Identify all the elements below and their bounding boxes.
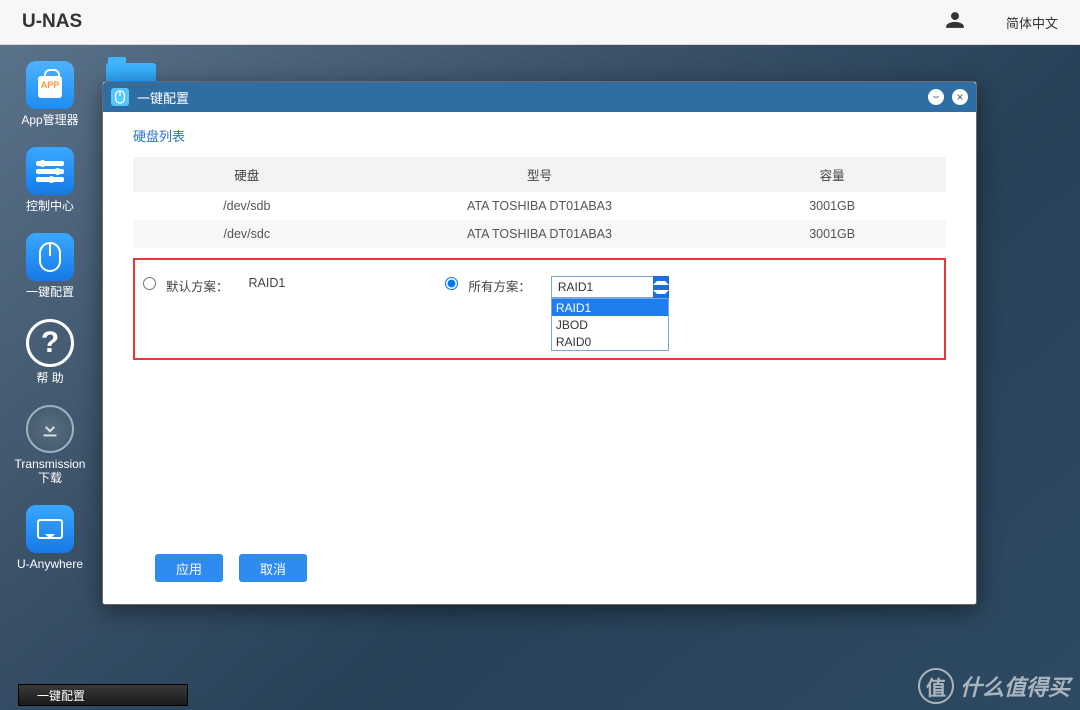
dock-help[interactable]: ? 帮 助 [0,319,100,385]
raid-dropdown: RAID1 JBOD RAID0 [551,298,669,351]
section-title-disk-list: 硬盘列表 [133,126,946,145]
col-capacity: 容量 [718,157,946,192]
dock-one-click[interactable]: 一键配置 [0,233,100,299]
col-disk: 硬盘 [133,157,361,192]
dock-label: App管理器 [21,113,78,127]
desktop: APP App管理器 控制中心 一键配置 ? 帮 助 Transmission … [0,45,1080,710]
default-scheme-value: RAID1 [249,276,286,290]
all-scheme-label: 所有方案： [468,276,531,295]
dock-uanywhere[interactable]: U-Anywhere [0,505,100,571]
mouse-icon [111,88,129,106]
watermark-text: 什么值得买 [960,670,1070,702]
col-model: 型号 [361,157,719,192]
dock-label: 帮 助 [36,371,63,385]
scheme-highlight-box: 默认方案： RAID1 所有方案： RAID1 RAID1 JBOD RAID0 [133,258,946,360]
dock-label: 控制中心 [26,199,74,213]
table-row[interactable]: /dev/sdc ATA TOSHIBA DT01ABA3 3001GB [133,220,946,248]
watermark: 值 什么值得买 [918,668,1070,704]
cancel-button[interactable]: 取消 [239,554,307,582]
help-icon: ? [26,319,74,367]
table-row[interactable]: /dev/sdb ATA TOSHIBA DT01ABA3 3001GB [133,192,946,220]
app-manager-icon: APP [26,61,74,109]
dock-label: 一键配置 [26,285,74,299]
uanywhere-icon [26,505,74,553]
brand-title: U-NAS [22,11,82,33]
disk-table: 硬盘 型号 容量 /dev/sdb ATA TOSHIBA DT01ABA3 3… [133,157,946,248]
dialog-one-click-config: 一键配置 − × 硬盘列表 硬盘 型号 容量 /dev/sdb ATA TOSH… [102,81,977,605]
dock-transmission[interactable]: Transmission 下载 [0,405,100,485]
radio-input[interactable] [445,277,458,290]
default-scheme-label: 默认方案： [166,276,229,295]
option-raid0[interactable]: RAID0 [552,333,668,350]
option-raid1[interactable]: RAID1 [552,299,668,316]
option-jbod[interactable]: JBOD [552,316,668,333]
mouse-icon [26,233,74,281]
user-icon[interactable] [944,9,966,36]
watermark-icon: 值 [918,668,954,704]
dock: APP App管理器 控制中心 一键配置 ? 帮 助 Transmission … [0,61,100,591]
close-button[interactable]: × [952,89,968,105]
taskbar-item[interactable]: 一键配置 [18,684,188,706]
dock-label: Transmission 下载 [15,457,86,485]
download-icon [26,405,74,453]
dock-label: U-Anywhere [17,557,83,571]
dialog-title: 一键配置 [137,88,189,107]
select-value[interactable]: RAID1 [551,276,669,298]
radio-default-scheme[interactable]: 默认方案： RAID1 [143,276,285,298]
dock-control-center[interactable]: 控制中心 [0,147,100,213]
raid-select[interactable]: RAID1 RAID1 JBOD RAID0 [551,276,669,298]
dialog-titlebar[interactable]: 一键配置 − × [103,82,976,112]
apply-button[interactable]: 应用 [155,554,223,582]
minimize-button[interactable]: − [928,89,944,105]
control-center-icon [26,147,74,195]
taskbar-label: 一键配置 [37,687,85,704]
dock-app-manager[interactable]: APP App管理器 [0,61,100,127]
top-bar: U-NAS 简体中文 [0,0,1080,45]
radio-all-schemes[interactable]: 所有方案： RAID1 RAID1 JBOD RAID0 [445,276,669,298]
radio-input[interactable] [143,277,156,290]
spinner-icon[interactable] [653,276,669,298]
language-switcher[interactable]: 简体中文 [1006,13,1058,32]
